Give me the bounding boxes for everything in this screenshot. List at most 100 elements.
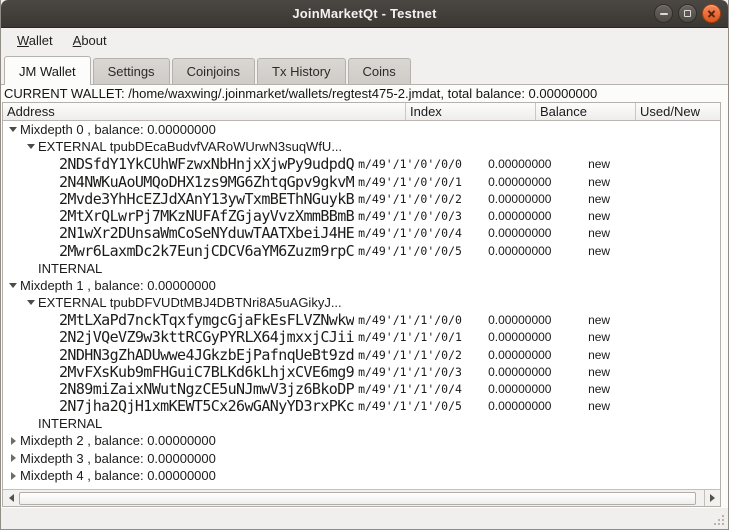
- tree-row[interactable]: 2NDHN3gZhADUwwe4JGkzbEjPafnqUeBt9zdm/49'…: [3, 346, 720, 363]
- tab-coins[interactable]: Coins: [348, 58, 411, 84]
- cell-balance: 0.00000000: [484, 244, 584, 258]
- statusbar: [1, 508, 728, 529]
- cell-balance: 0.00000000: [484, 313, 584, 327]
- tab-coinjoins[interactable]: Coinjoins: [172, 58, 255, 84]
- titlebar[interactable]: JoinMarketQt - Testnet: [1, 0, 728, 28]
- cell-address: 2N4NWKuAoUMQoDHX1zs9MG6ZhtqGpv9gkvM: [3, 173, 354, 191]
- cell-address: 2Mwr6LaxmDc2k7EunjCDCV6aYM6Zuzm9rpC: [3, 242, 354, 260]
- tree-row[interactable]: INTERNAL: [3, 415, 720, 432]
- horizontal-scrollbar[interactable]: [3, 489, 720, 506]
- tree-header: AddressIndexBalanceUsed/New: [3, 103, 720, 121]
- column-header-address[interactable]: Address: [3, 103, 406, 120]
- cell-balance: 0.00000000: [484, 348, 584, 362]
- cell-balance: 0.00000000: [484, 209, 584, 223]
- tree-row[interactable]: 2N7jha2QjH1xmKEWT5Cx26wGANyYD3rxPKcm/49'…: [3, 398, 720, 415]
- row-label: 2MvFXsKub9mFHGuiC7BLKd6kLhjxCVE6mg9: [59, 363, 354, 381]
- cell-address: Mixdepth 4 , balance: 0.00000000: [3, 468, 216, 483]
- cell-index: m/49'/1'/1'/0/3: [354, 365, 484, 379]
- column-header-index[interactable]: Index: [406, 103, 536, 120]
- row-label: Mixdepth 3 , balance: 0.00000000: [20, 451, 216, 466]
- close-button[interactable]: [702, 4, 721, 23]
- cell-used-new: new: [584, 192, 720, 206]
- cell-index: m/49'/1'/1'/0/5: [354, 399, 484, 413]
- tree-row[interactable]: 2N89miZaixNWutNgzCE5uNJmwV3jz6BkoDPm/49'…: [3, 380, 720, 397]
- tab-settings[interactable]: Settings: [93, 58, 170, 84]
- tree-row[interactable]: Mixdepth 4 , balance: 0.00000000: [3, 467, 720, 484]
- cell-balance: 0.00000000: [484, 365, 584, 379]
- cell-address: 2Mvde3YhHcEZJdXAnY13ywTxmBEThNGuykB: [3, 190, 354, 208]
- cell-address: INTERNAL: [3, 261, 102, 276]
- cell-address: EXTERNAL tpubDEcaBudvfVARoWUrwN3suqWfU..…: [3, 139, 342, 154]
- minimize-icon: [660, 13, 668, 15]
- scroll-left-arrow-icon: [9, 494, 14, 502]
- column-header-balance[interactable]: Balance: [536, 103, 636, 120]
- wallet-tree: AddressIndexBalanceUsed/New Mixdepth 0 ,…: [2, 102, 721, 507]
- window-title: JoinMarketQt - Testnet: [292, 6, 436, 21]
- cell-address: Mixdepth 3 , balance: 0.00000000: [3, 451, 216, 466]
- expand-arrow-icon[interactable]: [6, 454, 20, 462]
- row-label: Mixdepth 1 , balance: 0.00000000: [20, 278, 216, 293]
- resize-grip-icon[interactable]: [710, 511, 724, 525]
- cell-index: m/49'/1'/0'/0/0: [354, 157, 484, 171]
- cell-used-new: new: [584, 382, 720, 396]
- cell-used-new: new: [584, 157, 720, 171]
- cell-balance: 0.00000000: [484, 330, 584, 344]
- tree-row[interactable]: EXTERNAL tpubDFVUDtMBJ4DBTNri8A5uAGikyJ.…: [3, 294, 720, 311]
- tree-row[interactable]: Mixdepth 3 , balance: 0.00000000: [3, 450, 720, 467]
- row-label: 2N2jVQeVZ9w3kttRCGyPYRLX64jmxxjCJii: [59, 328, 354, 346]
- cell-address: Mixdepth 1 , balance: 0.00000000: [3, 278, 216, 293]
- cell-balance: 0.00000000: [484, 226, 584, 240]
- window-controls: [654, 4, 721, 23]
- cell-index: m/49'/1'/0'/0/4: [354, 226, 484, 240]
- expand-arrow-icon[interactable]: [6, 437, 20, 445]
- menu-wallet[interactable]: Wallet: [8, 30, 62, 51]
- row-label: Mixdepth 0 , balance: 0.00000000: [20, 122, 216, 137]
- tree-row[interactable]: Mixdepth 1 , balance: 0.00000000: [3, 277, 720, 294]
- tree-row[interactable]: 2MtXrQLwrPj7MKzNUFAfZGjayVvzXmmBBmBm/49'…: [3, 207, 720, 224]
- tree-body: Mixdepth 0 , balance: 0.00000000 EXTERNAL…: [3, 121, 720, 489]
- collapse-arrow-icon[interactable]: [24, 144, 38, 149]
- collapse-arrow-icon[interactable]: [24, 300, 38, 305]
- row-label: EXTERNAL tpubDEcaBudvfVARoWUrwN3suqWfU..…: [38, 139, 342, 154]
- expand-arrow-icon[interactable]: [6, 472, 20, 480]
- tree-row[interactable]: 2MvFXsKub9mFHGuiC7BLKd6kLhjxCVE6mg9m/49'…: [3, 363, 720, 380]
- cell-index: m/49'/1'/0'/0/5: [354, 244, 484, 258]
- scroll-left-button[interactable]: [3, 490, 19, 506]
- cell-used-new: new: [584, 209, 720, 223]
- cell-index: m/49'/1'/1'/0/1: [354, 330, 484, 344]
- tree-row[interactable]: 2N2jVQeVZ9w3kttRCGyPYRLX64jmxxjCJiim/49'…: [3, 329, 720, 346]
- row-label: 2Mwr6LaxmDc2k7EunjCDCV6aYM6Zuzm9rpC: [59, 242, 354, 260]
- tree-row[interactable]: 2N4NWKuAoUMQoDHX1zs9MG6ZhtqGpv9gkvMm/49'…: [3, 173, 720, 190]
- collapse-arrow-icon[interactable]: [6, 283, 20, 288]
- row-label: 2N4NWKuAoUMQoDHX1zs9MG6ZhtqGpv9gkvM: [59, 173, 354, 191]
- collapse-arrow-icon[interactable]: [6, 127, 20, 132]
- tree-row[interactable]: 2MtLXaPd7nckTqxfymgcGjaFkEsFLVZNwkwm/49'…: [3, 311, 720, 328]
- tab-tx-history[interactable]: Tx History: [257, 58, 346, 84]
- tree-row[interactable]: 2NDSfdY1YkCUhWFzwxNbHnjxXjwPy9udpdQm/49'…: [3, 156, 720, 173]
- tree-row[interactable]: 2Mwr6LaxmDc2k7EunjCDCV6aYM6Zuzm9rpCm/49'…: [3, 242, 720, 259]
- tree-row[interactable]: INTERNAL: [3, 259, 720, 276]
- cell-index: m/49'/1'/1'/0/0: [354, 313, 484, 327]
- cell-balance: 0.00000000: [484, 175, 584, 189]
- row-label: 2Mvde3YhHcEZJdXAnY13ywTxmBEThNGuykB: [59, 190, 354, 208]
- tree-row[interactable]: 2Mvde3YhHcEZJdXAnY13ywTxmBEThNGuykBm/49'…: [3, 190, 720, 207]
- tree-row[interactable]: Mixdepth 0 , balance: 0.00000000: [3, 121, 720, 138]
- menu-about[interactable]: About: [64, 30, 116, 51]
- cell-used-new: new: [584, 399, 720, 413]
- row-label: Mixdepth 2 , balance: 0.00000000: [20, 433, 216, 448]
- minimize-button[interactable]: [654, 4, 673, 23]
- tree-row[interactable]: EXTERNAL tpubDEcaBudvfVARoWUrwN3suqWfU..…: [3, 138, 720, 155]
- maximize-button[interactable]: [678, 4, 697, 23]
- column-header-used-new[interactable]: Used/New: [636, 103, 720, 120]
- scroll-right-button[interactable]: [704, 490, 720, 506]
- scrollbar-track[interactable]: [19, 490, 704, 506]
- tree-row[interactable]: Mixdepth 2 , balance: 0.00000000: [3, 432, 720, 449]
- scrollbar-thumb[interactable]: [19, 492, 696, 505]
- row-label: 2N89miZaixNWutNgzCE5uNJmwV3jz6BkoDP: [59, 380, 354, 398]
- tree-row[interactable]: 2N1wXr2DUnsaWmCoSeNYduwTAATXbeiJ4HEm/49'…: [3, 225, 720, 242]
- tab-jm-wallet[interactable]: JM Wallet: [4, 56, 91, 85]
- cell-address: EXTERNAL tpubDFVUDtMBJ4DBTNri8A5uAGikyJ.…: [3, 295, 342, 310]
- row-label: 2N1wXr2DUnsaWmCoSeNYduwTAATXbeiJ4HE: [59, 224, 354, 242]
- cell-address: 2MtLXaPd7nckTqxfymgcGjaFkEsFLVZNwkw: [3, 311, 354, 329]
- cell-balance: 0.00000000: [484, 399, 584, 413]
